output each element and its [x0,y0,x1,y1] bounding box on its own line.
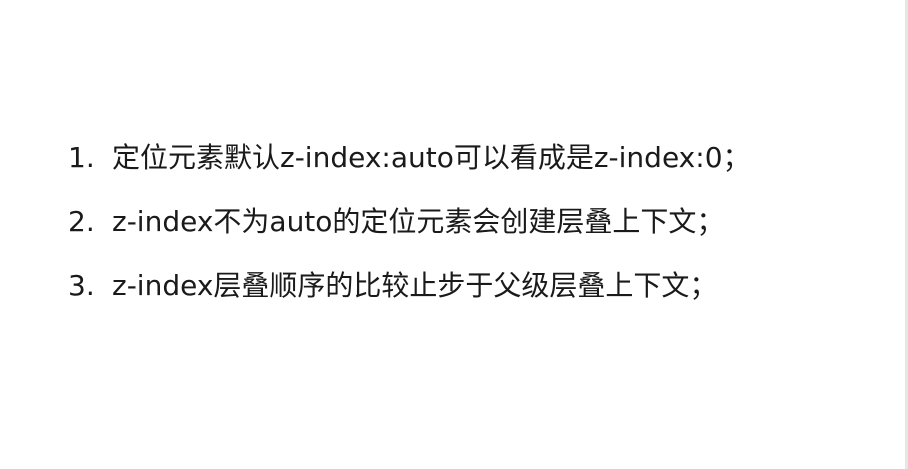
list-item: 3. z-index层叠顺序的比较止步于父级层叠上下文； [68,266,868,330]
list-item: 2. z-index不为auto的定位元素会创建层叠上下文； [68,202,868,266]
point-list: 1. 定位元素默认z-index:auto可以看成是z-index:0； 2. … [68,138,868,330]
list-item-text: 定位元素默认z-index:auto可以看成是z-index:0； [112,141,751,174]
list-item-text: z-index层叠顺序的比较止步于父级层叠上下文； [112,269,718,302]
list-item-number: 1. [68,141,95,174]
list-item-number: 3. [68,269,95,302]
list-item-number: 2. [68,205,95,238]
slide-canvas: 1. 定位元素默认z-index:auto可以看成是z-index:0； 2. … [0,0,908,469]
list-item-text: z-index不为auto的定位元素会创建层叠上下文； [112,205,725,238]
list-item: 1. 定位元素默认z-index:auto可以看成是z-index:0； [68,138,868,202]
